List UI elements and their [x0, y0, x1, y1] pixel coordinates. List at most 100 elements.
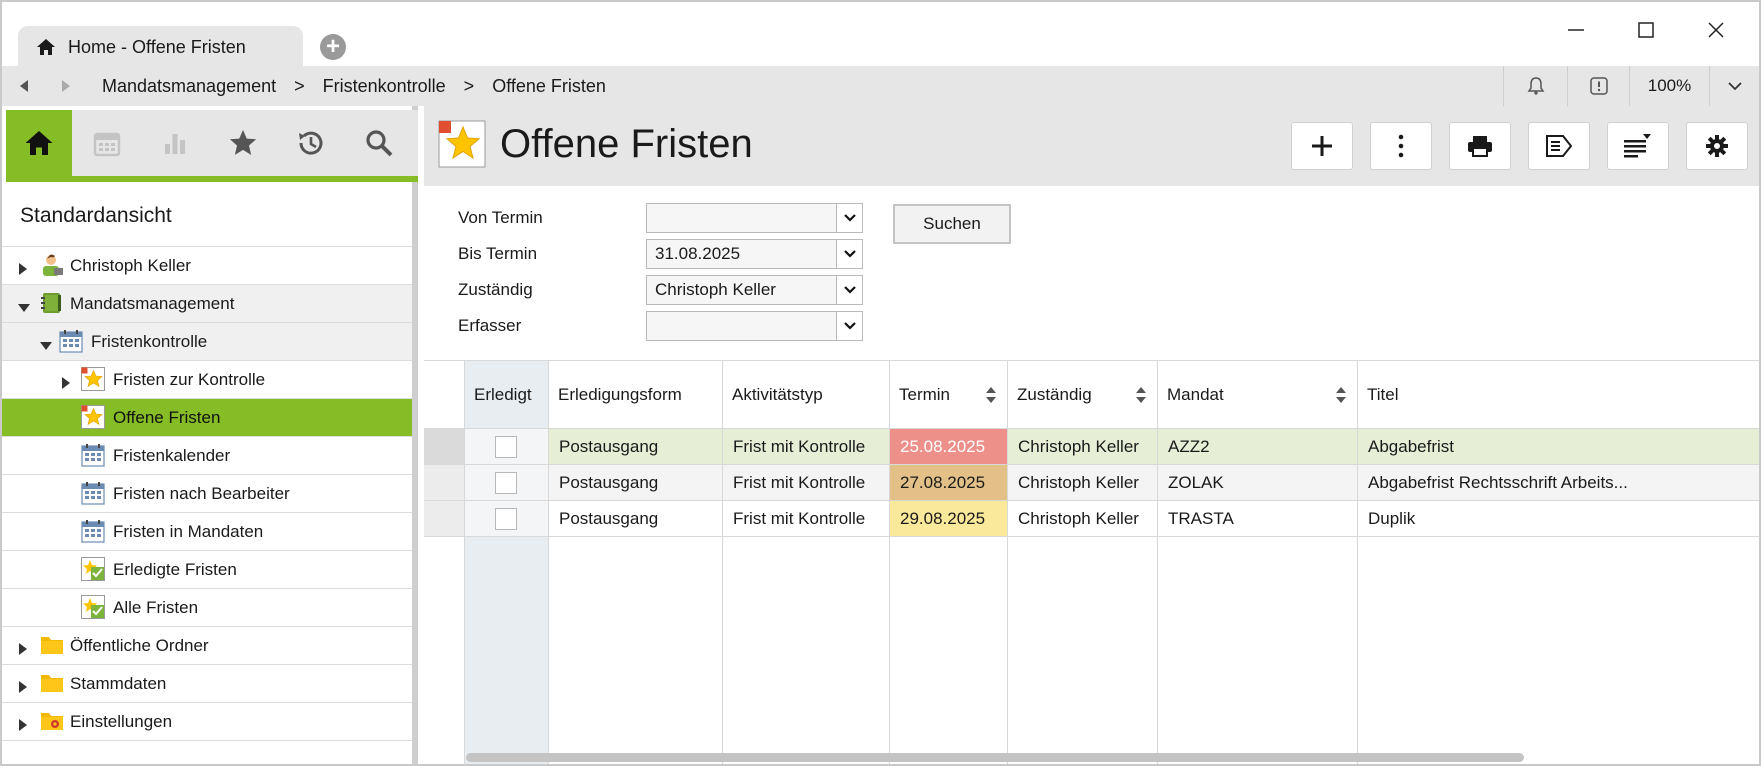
caret-down-icon[interactable] [40, 336, 52, 350]
chevron-down-icon[interactable] [1709, 66, 1759, 106]
row-header[interactable] [424, 465, 464, 500]
caret-down-icon[interactable] [18, 298, 30, 312]
chevron-down-icon[interactable] [836, 312, 862, 340]
column-header[interactable]: Erledigungsform [548, 361, 722, 429]
tab-home[interactable]: Home - Offene Fristen [18, 26, 303, 68]
more-options-button[interactable] [1370, 122, 1432, 170]
table-cell-mandat: ZOLAK [1157, 465, 1357, 500]
sidebar-tab-statistics[interactable] [142, 110, 208, 176]
table-row[interactable]: Postausgang Frist mit Kontrolle 27.08.2025… [424, 465, 1759, 501]
von-termin-select[interactable] [646, 203, 863, 233]
sidebar-tabs [6, 110, 418, 182]
tree-item-fristen-in-mandaten[interactable]: Fristen in Mandaten [2, 512, 412, 550]
minimize-icon[interactable] [1546, 10, 1606, 50]
chevron-down-icon[interactable] [836, 240, 862, 268]
caret-right-icon[interactable] [18, 678, 28, 693]
row-header[interactable] [424, 501, 464, 536]
breadcrumb-item-0[interactable]: Mandatsmanagement [102, 76, 276, 97]
sidebar-tab-calendar[interactable] [74, 110, 140, 176]
sidebar-tab-home[interactable] [6, 110, 72, 176]
tree-item-fristenkalender[interactable]: Fristenkalender [2, 436, 412, 474]
erledigt-checkbox[interactable] [495, 436, 517, 458]
star-icon [81, 405, 105, 429]
star-icon [81, 367, 105, 391]
check-star-icon [81, 595, 105, 619]
zoom-level[interactable]: 100% [1629, 66, 1709, 106]
column-header[interactable]: Aktivitätstyp [722, 361, 889, 429]
table-row[interactable]: Postausgang Frist mit Kontrolle 29.08.2025… [424, 501, 1759, 537]
tree-item-erledigte-fristen[interactable]: Erledigte Fristen [2, 550, 412, 588]
tree-item-stammdaten[interactable]: Stammdaten [2, 664, 412, 702]
search-button[interactable]: Suchen [893, 204, 1011, 244]
caret-right-icon[interactable] [61, 374, 71, 389]
app-window: Home - Offene Fristen + Mandatsmanagemen… [0, 0, 1761, 766]
tree-item-fristenkontrolle[interactable]: Fristenkontrolle [2, 322, 412, 360]
erledigt-checkbox[interactable] [495, 508, 517, 530]
settings-button[interactable] [1686, 122, 1748, 170]
tree-item-christoph-keller[interactable]: Christoph Keller [2, 246, 412, 284]
detail-view-button[interactable] [1528, 122, 1590, 170]
close-icon[interactable] [1686, 10, 1746, 50]
table-cell-titel: Abgabefrist [1357, 429, 1759, 464]
tree-item-offene-fristen[interactable]: Offene Fristen [2, 398, 412, 436]
calendar-icon [81, 519, 105, 543]
sort-icon[interactable] [1135, 386, 1147, 404]
erledigt-checkbox[interactable] [495, 472, 517, 494]
caret-right-icon[interactable] [18, 716, 28, 731]
page-title: Offene Fristen [500, 122, 753, 166]
column-header[interactable]: Zuständig [1007, 361, 1157, 429]
tree-item-label: Alle Fristen [113, 597, 199, 617]
sidebar-tab-history[interactable] [278, 110, 344, 176]
tree-item-fristen-nach-bearbeiter[interactable]: Fristen nach Bearbeiter [2, 474, 412, 512]
table-cell-termin: 27.08.2025 [889, 465, 1007, 500]
filter-label-bis-termin: Bis Termin [458, 244, 538, 263]
breadcrumb-separator: > [294, 75, 305, 96]
breadcrumb-item-2[interactable]: Offene Fristen [492, 76, 606, 97]
maximize-icon[interactable] [1616, 10, 1676, 50]
caret-right-icon[interactable] [18, 640, 28, 655]
erfasser-select[interactable] [646, 311, 863, 341]
breadcrumb-item-1[interactable]: Fristenkontrolle [323, 76, 446, 97]
forward-arrow-icon[interactable] [56, 76, 76, 96]
tree-item-einstellungen[interactable]: Einstellungen [2, 702, 412, 740]
zustaendig-select[interactable]: Christoph Keller [646, 275, 863, 305]
row-header[interactable] [424, 429, 464, 464]
tree-item-mandatsmanagement[interactable]: Mandatsmanagement [2, 284, 412, 322]
table-row[interactable]: Postausgang Frist mit Kontrolle 25.08.2025… [424, 429, 1759, 465]
caret-right-icon[interactable] [18, 260, 28, 275]
table-cell-erledigungsform: Postausgang [548, 429, 722, 464]
tree-item-label: Fristen nach Bearbeiter [113, 483, 290, 503]
alert-icon[interactable] [1567, 66, 1629, 106]
table-cell-termin: 29.08.2025 [889, 501, 1007, 536]
check-star-icon [81, 557, 105, 581]
calendar-icon [81, 481, 105, 505]
column-settings-button[interactable] [1607, 122, 1669, 170]
column-header[interactable]: Erledigt [464, 361, 548, 429]
sort-icon[interactable] [985, 386, 997, 404]
column-header[interactable]: Termin [889, 361, 1007, 429]
gear-icon [1706, 135, 1728, 157]
chevron-down-icon[interactable] [836, 204, 862, 232]
chevron-down-icon[interactable] [836, 276, 862, 304]
sort-icon[interactable] [1335, 386, 1347, 404]
sidebar-tab-favorites[interactable] [210, 110, 276, 176]
tree-item-alle-fristen[interactable]: Alle Fristen [2, 588, 412, 626]
column-header[interactable]: Titel [1357, 361, 1759, 429]
table-cell-zustaendig: Christoph Keller [1007, 501, 1157, 536]
column-header[interactable]: Mandat [1157, 361, 1357, 429]
print-button[interactable] [1449, 122, 1511, 170]
horizontal-scrollbar[interactable] [466, 753, 1524, 762]
tree-item-öffentliche-ordner[interactable]: Öffentliche Ordner [2, 626, 412, 664]
sidebar-tab-search[interactable] [346, 110, 412, 176]
table-cell-mandat: TRASTA [1157, 501, 1357, 536]
bell-icon[interactable] [1503, 66, 1567, 106]
column-header-label: Zuständig [1017, 385, 1092, 404]
table-cell-aktivitaetstyp: Frist mit Kontrolle [722, 429, 889, 464]
title-bar: Home - Offene Fristen + [2, 2, 1759, 68]
calendar-icon [81, 443, 105, 467]
bis-termin-select[interactable]: 31.08.2025 [646, 239, 863, 269]
tree-item-fristen-zur-kontrolle[interactable]: Fristen zur Kontrolle [2, 360, 412, 398]
add-tab-icon[interactable]: + [320, 34, 346, 60]
back-arrow-icon[interactable] [14, 76, 34, 96]
add-button[interactable] [1291, 122, 1353, 170]
